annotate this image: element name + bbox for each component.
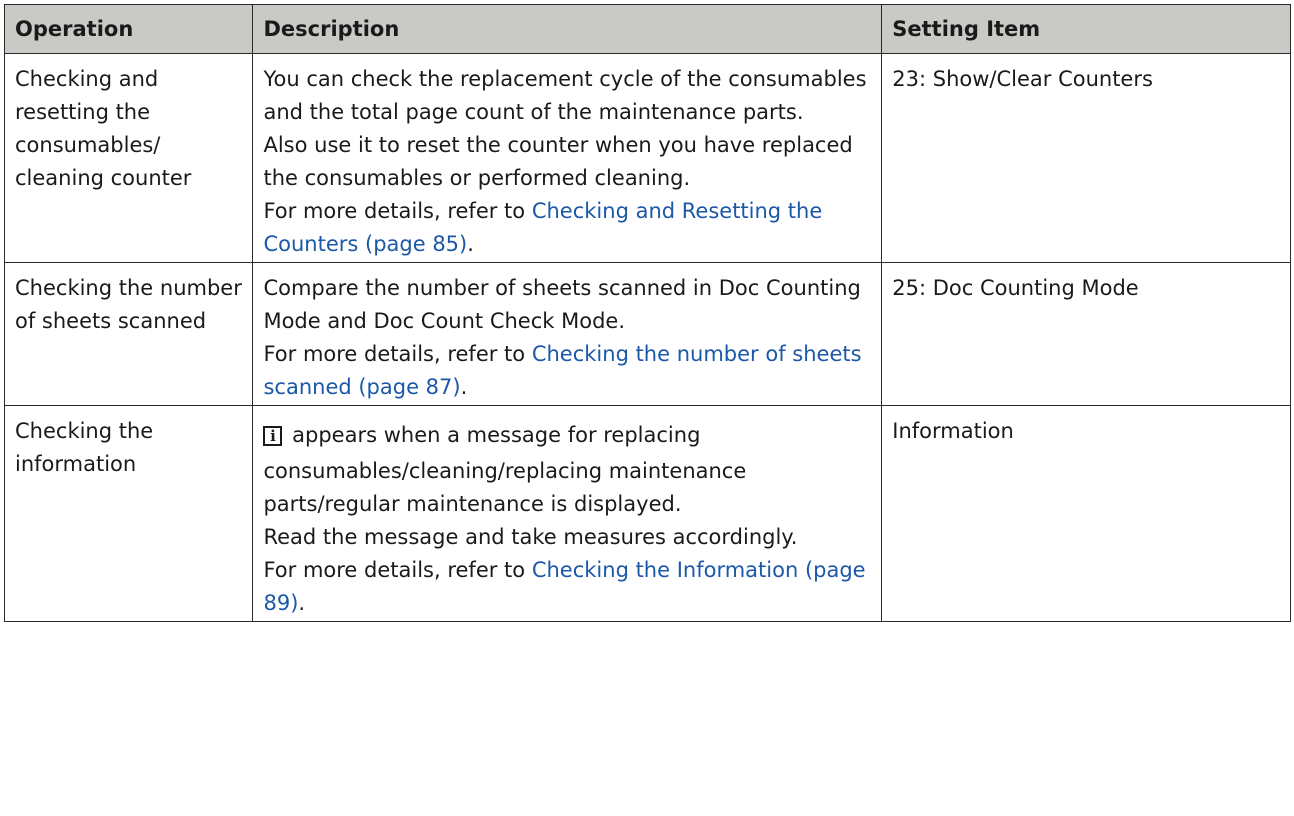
setting-item-cell: 25: Doc Counting Mode <box>881 262 1291 406</box>
reference-line: For more details, refer to Checking and … <box>263 195 873 261</box>
table-header-row: Operation Description Setting Item <box>3 4 1291 54</box>
description-cell: i appears when a message for replacing c… <box>252 405 883 622</box>
description-cell: Compare the number of sheets scanned in … <box>252 262 883 406</box>
table-row: Checking the number of sheets scanned Co… <box>3 262 1291 406</box>
description-cell: You can check the replacement cycle of t… <box>252 53 883 263</box>
reference-prefix: For more details, refer to <box>263 558 532 582</box>
reference-suffix: . <box>298 591 306 615</box>
table-row: Checking and resetting the consumables/ … <box>3 53 1291 263</box>
header-setting-item: Setting Item <box>881 4 1291 54</box>
description-text: appears when a message for replacing <box>292 423 701 447</box>
operation-cell: Checking and resetting the consumables/ … <box>3 53 254 263</box>
header-operation: Operation <box>3 4 254 54</box>
information-icon: i <box>263 426 283 446</box>
setting-item-cell: Information <box>881 405 1291 622</box>
reference-prefix: For more details, refer to <box>263 199 532 223</box>
reference-line: For more details, refer to Checking the … <box>263 338 873 404</box>
header-description: Description <box>252 4 883 54</box>
operation-cell: Checking the information <box>3 405 254 622</box>
setting-item-cell: 23: Show/Clear Counters <box>881 53 1291 263</box>
description-text: Compare the number of sheets scanned in … <box>263 276 861 333</box>
operation-cell: Checking the number of sheets scanned <box>3 262 254 406</box>
operations-table: Operation Description Setting Item Check… <box>3 4 1291 622</box>
reference-line: For more details, refer to Checking the … <box>263 554 873 620</box>
description-text: Also use it to reset the counter when yo… <box>263 133 853 190</box>
description-first-line: i appears when a message for replacing <box>263 415 873 455</box>
description-text: You can check the replacement cycle of t… <box>263 67 867 124</box>
description-text: consumables/cleaning/replacing maintenan… <box>263 459 747 516</box>
reference-suffix: . <box>460 375 468 399</box>
reference-suffix: . <box>467 232 474 256</box>
table-row: Checking the information i appears when … <box>3 405 1291 622</box>
reference-prefix: For more details, refer to <box>263 342 532 366</box>
description-text: Read the message and take measures accor… <box>263 525 798 549</box>
